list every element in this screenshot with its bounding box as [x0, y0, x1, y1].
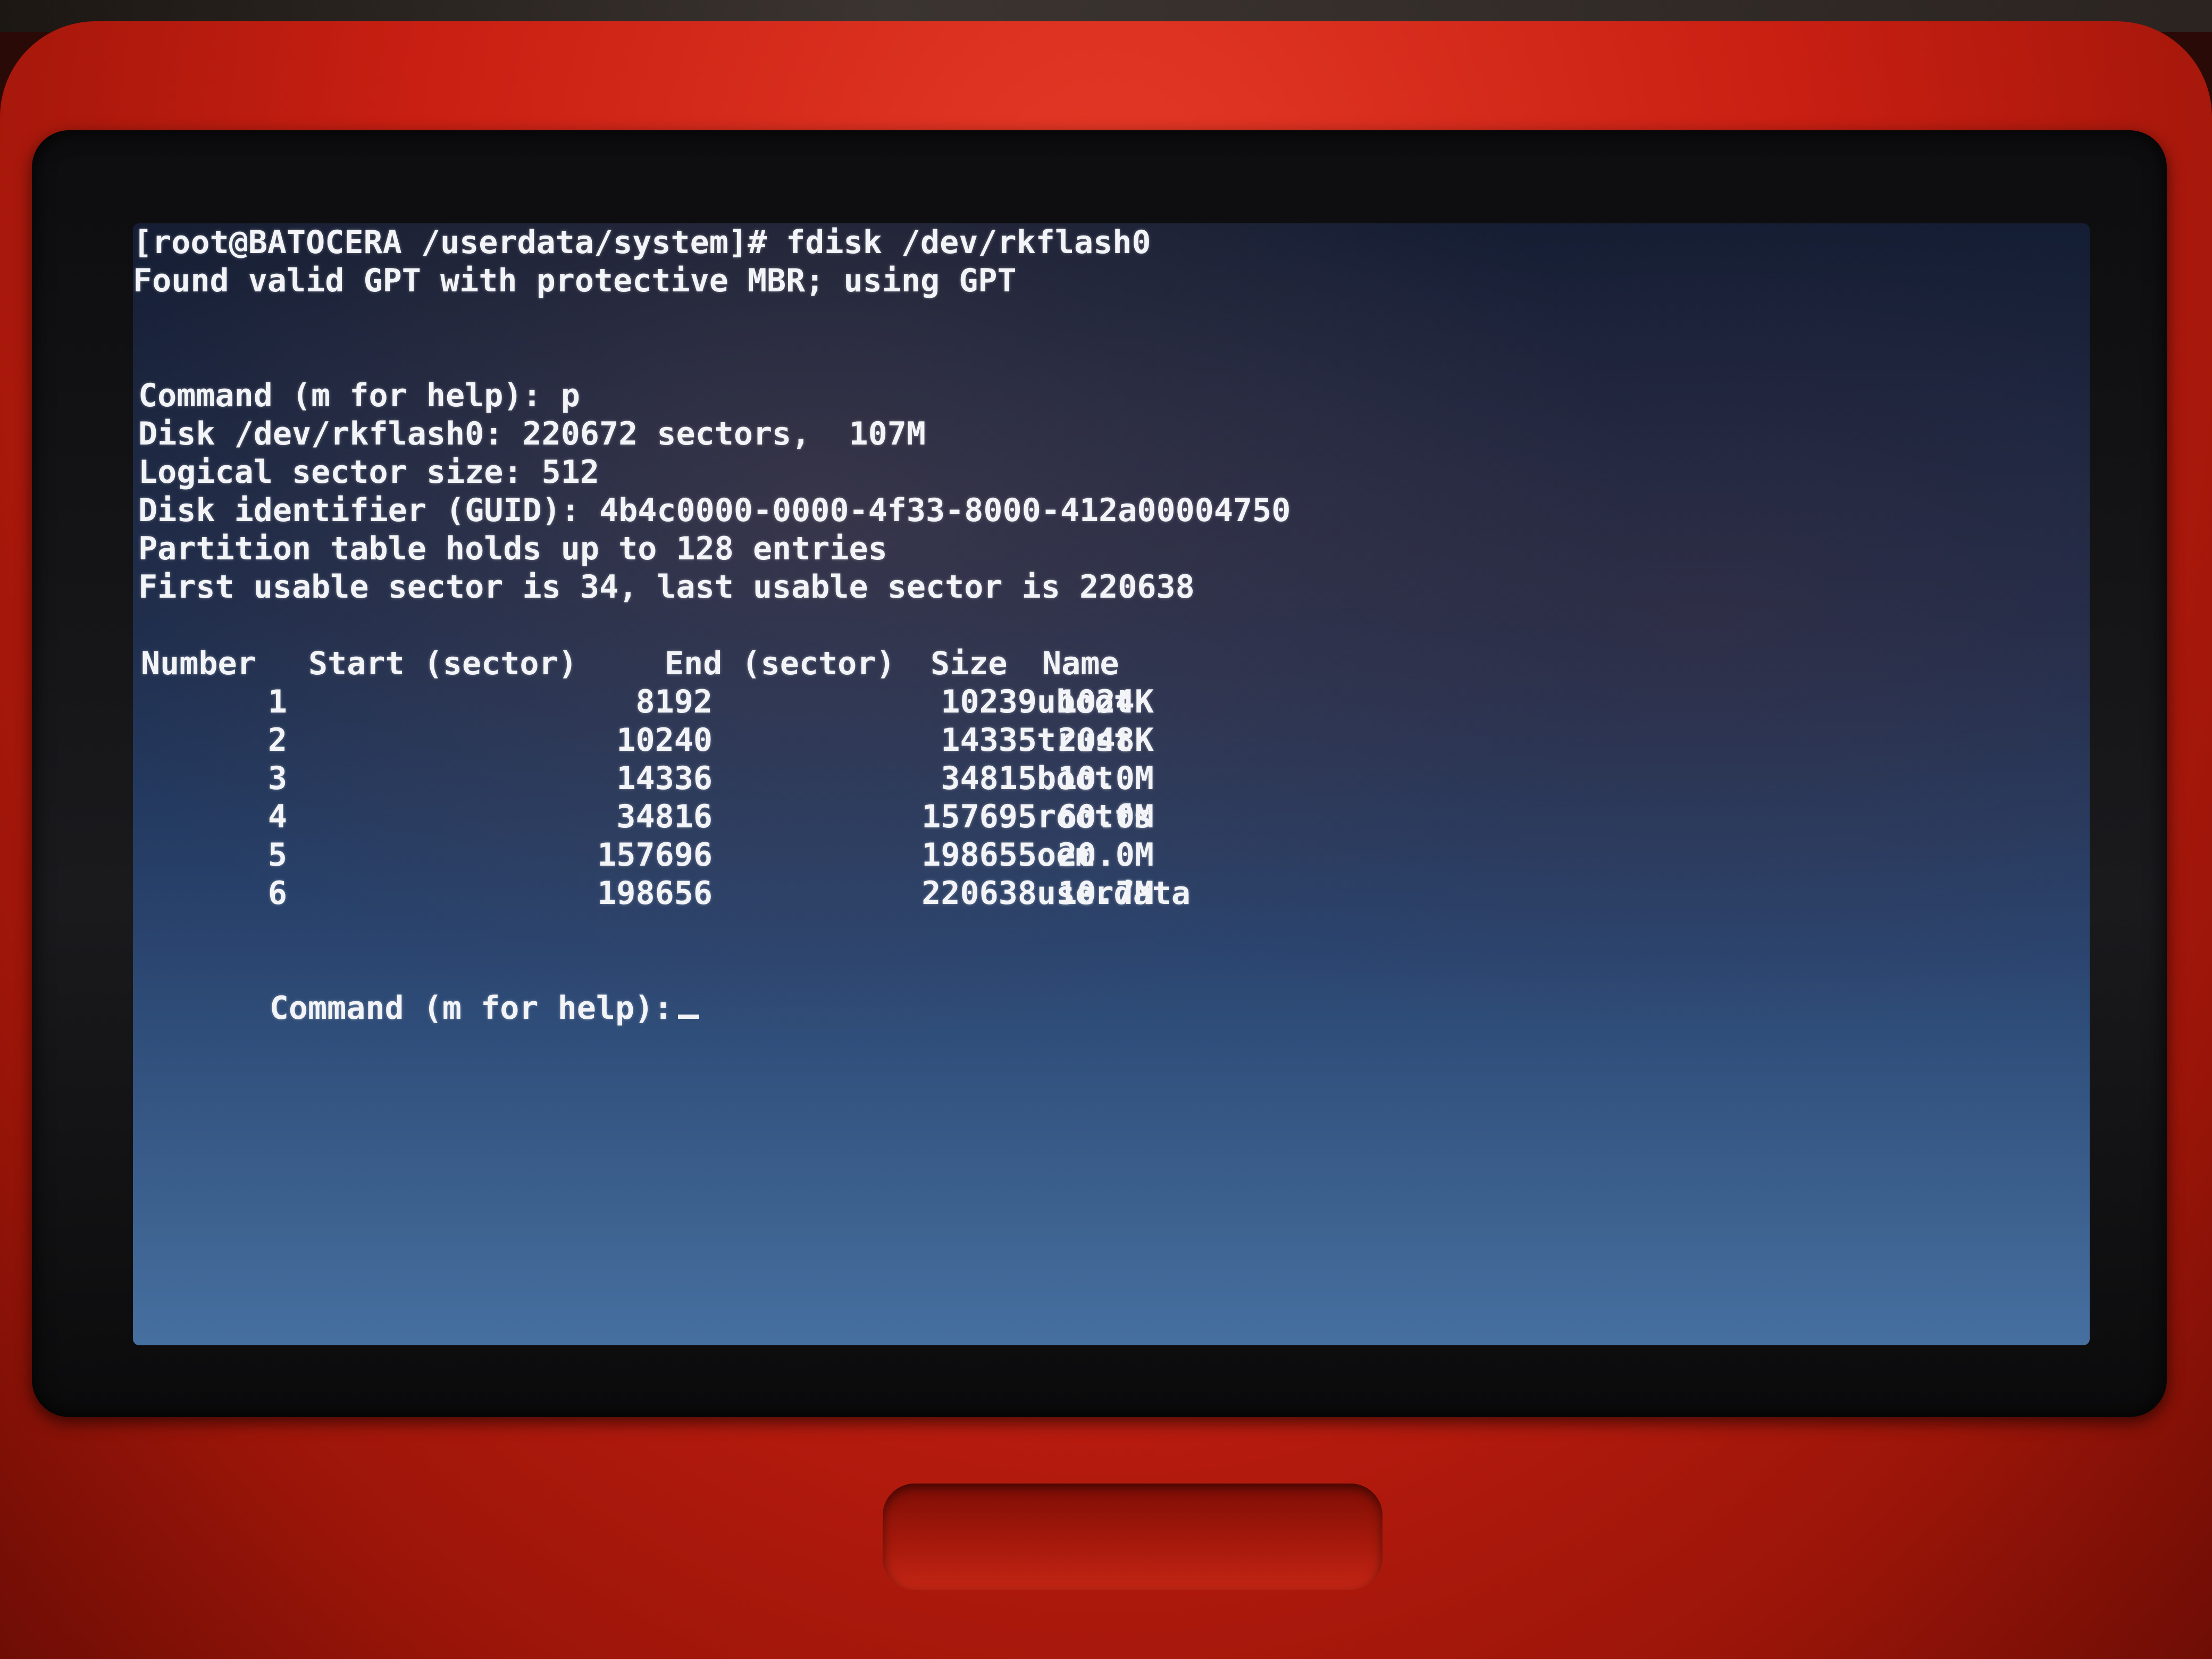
partition-name: userdata [1037, 875, 1191, 912]
partition-number: 4 [267, 798, 287, 835]
header-name: Name [1042, 645, 1119, 682]
command-prompt-text: Command (m for help): [269, 990, 673, 1027]
partition-name: uboot [1037, 683, 1133, 720]
partition-size: 20.0M [1058, 836, 1154, 874]
partition-start: 10240 [616, 722, 713, 759]
terminal-screen[interactable]: [root@BATOCERA /userdata/system]# fdisk … [133, 223, 2090, 1345]
home-button[interactable] [883, 1484, 1382, 1590]
disk-identifier-line: Disk identifier (GUID): 4b4c0000-0000-4f… [138, 492, 1291, 529]
text-cursor [678, 1015, 700, 1019]
usable-sectors-line: First usable sector is 34, last usable s… [138, 568, 1195, 606]
partition-start: 14336 [616, 760, 713, 797]
command-input-line[interactable]: Command (m for help): [154, 951, 700, 1027]
command-print-line: Command (m for help): p [138, 377, 580, 414]
table-row: 1 8192 10239 1024K uboot [133, 683, 1154, 721]
shell-prompt-line: [root@BATOCERA /userdata/system]# fdisk … [133, 224, 1151, 261]
gpt-notice-line: Found valid GPT with protective MBR; usi… [133, 262, 1017, 299]
partition-name: oem [1037, 836, 1095, 874]
partition-start: 34816 [616, 798, 713, 835]
table-row: 2 10240 14335 2048K trust [133, 721, 1154, 759]
partition-start: 157696 [597, 836, 713, 874]
partition-size: 10.0M [1058, 760, 1154, 797]
terminal-output: [root@BATOCERA /userdata/system]# fdisk … [133, 223, 2090, 1345]
partition-number: 1 [267, 683, 287, 720]
table-row: 5 157696 198655 20.0M oem [133, 836, 1154, 874]
header-end: End (sector) [665, 645, 895, 682]
partition-table-header: Number Start (sector) End (sector) Size … [133, 644, 1119, 683]
header-size: Size [931, 645, 1008, 682]
partition-table-line: Partition table holds up to 128 entries [138, 530, 887, 567]
partition-number: 6 [267, 875, 287, 912]
header-start: Start (sector) [308, 645, 577, 682]
partition-start: 198656 [597, 875, 713, 912]
partition-number: 3 [267, 760, 287, 797]
partition-number: 5 [267, 836, 287, 874]
disk-info-line: Disk /dev/rkflash0: 220672 sectors, 107M [138, 415, 926, 453]
sector-size-line: Logical sector size: 512 [138, 454, 599, 491]
partition-start: 8192 [635, 683, 713, 720]
partition-name: rootfs [1037, 798, 1152, 835]
table-row: 3 14336 34815 10.0M boot [133, 759, 1154, 798]
partition-name: boot [1037, 760, 1114, 797]
partition-name: trust [1037, 722, 1133, 759]
header-number: Number [141, 645, 256, 682]
partition-number: 2 [267, 722, 287, 759]
table-row: 6 198656 220638 10.7M userdata [133, 874, 1191, 912]
table-row: 4 34816 157695 60.0M rootfs [133, 798, 1154, 836]
